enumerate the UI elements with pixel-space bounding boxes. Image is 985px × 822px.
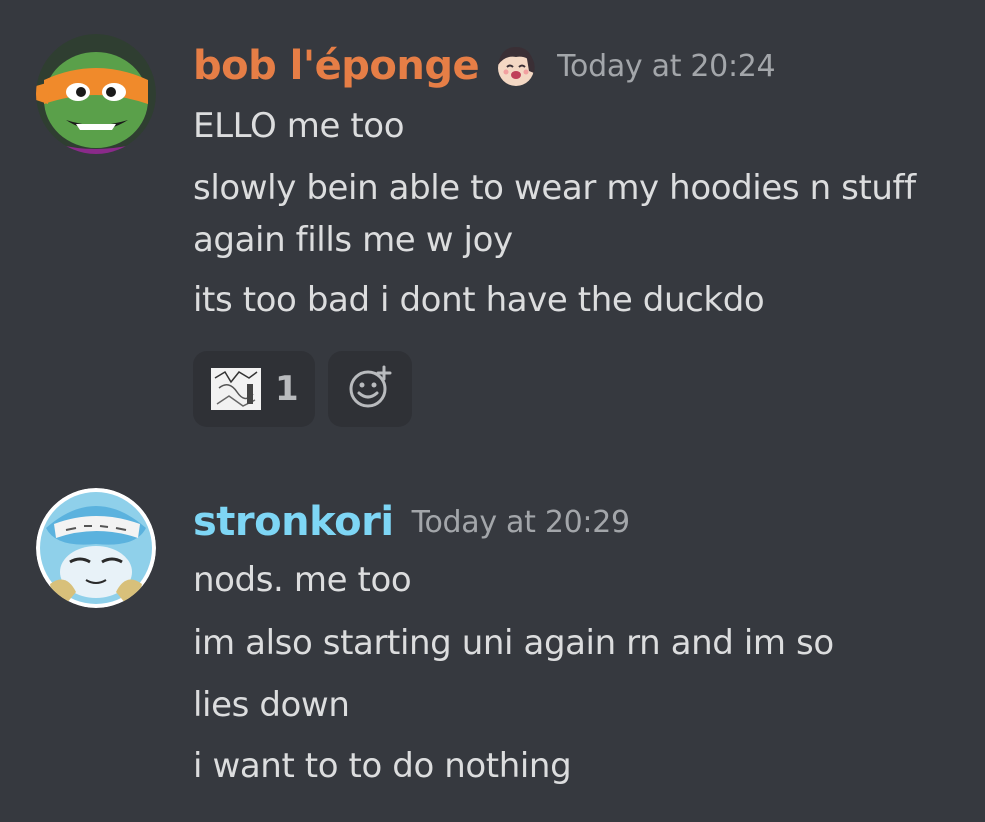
- username[interactable]: bob l'éponge: [193, 43, 480, 89]
- avatar-bob[interactable]: [36, 34, 156, 154]
- blue-haired-character-icon: [36, 488, 156, 608]
- timestamp[interactable]: Today at 20:24: [557, 49, 776, 84]
- avatar-stronkori[interactable]: [36, 488, 156, 608]
- turtle-avatar-icon: [36, 34, 156, 154]
- message-line: ELLO me too: [193, 106, 405, 146]
- message-line: im also starting uni again rn and im so: [193, 623, 834, 663]
- add-reaction-button[interactable]: [328, 351, 412, 427]
- message-line: slowly bein able to wear my hoodies n st…: [193, 168, 916, 208]
- reaction-button[interactable]: 1: [193, 351, 315, 427]
- message-line: its too bad i dont have the duckdo: [193, 280, 765, 320]
- message-line: nods. me too: [193, 560, 412, 600]
- add-reaction-smiley-icon: [348, 365, 392, 413]
- whiteboard-sketch-emoji-icon: [209, 364, 263, 414]
- role-anime-face-icon[interactable]: [493, 43, 539, 89]
- message-line: lies down: [193, 685, 350, 725]
- timestamp[interactable]: Today at 20:29: [412, 505, 631, 540]
- message-line: i want to to do nothing: [193, 746, 572, 786]
- message-header-bob: bob l'éponge Today at 20:24: [193, 40, 776, 92]
- message-header-stronkori: stronkori Today at 20:29: [193, 496, 630, 548]
- username[interactable]: stronkori: [193, 499, 394, 545]
- reaction-count: 1: [275, 369, 299, 409]
- message-line: again fills me w joy: [193, 220, 513, 260]
